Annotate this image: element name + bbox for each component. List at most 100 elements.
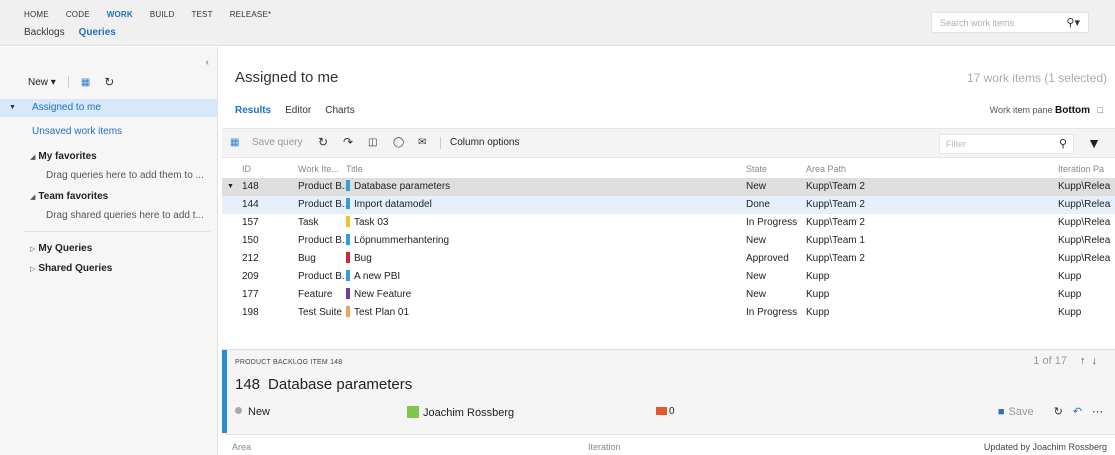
tab-queries[interactable]: Queries <box>79 27 116 38</box>
search-icon[interactable]: ⚲▾ <box>1066 16 1080 29</box>
title-text[interactable]: Bug <box>354 253 372 264</box>
title-text[interactable]: Test Plan 01 <box>354 307 409 318</box>
comment-icon <box>656 407 667 415</box>
new-query-button[interactable]: New ▾ <box>28 77 56 88</box>
work-item-type-color-bar <box>222 350 227 433</box>
hub-build[interactable]: BUILD <box>150 10 175 19</box>
context-caret-icon[interactable]: ▼ <box>9 99 16 117</box>
tab-results[interactable]: Results <box>235 105 271 116</box>
hub-test[interactable]: TEST <box>191 10 212 19</box>
table-row[interactable]: 144 Product B... Import datamodel Done Kupp\… <box>222 196 1115 214</box>
hub-home[interactable]: HOME <box>24 10 49 19</box>
assignee-name: Joachim Rossberg <box>423 407 515 419</box>
group-my-queries[interactable]: ▷ My Queries <box>30 243 92 254</box>
cell-iteration-path: Kupp\Relea <box>1058 217 1111 228</box>
table-row[interactable]: 212 Bug Bug Approved Kupp\Team 2 Kupp\Relea <box>222 250 1115 268</box>
cell-title: Bug <box>346 250 726 268</box>
title-text[interactable]: A new PBI <box>354 271 400 282</box>
new-query-icon[interactable]: ▦ <box>81 77 90 88</box>
search-input[interactable] <box>932 13 1050 32</box>
grid-header-row: ID Work Ite... Title State Area Path Ite… <box>222 160 1115 178</box>
tab-editor[interactable]: Editor <box>285 105 311 116</box>
query-unsaved-work-items[interactable]: Unsaved work items <box>0 123 218 141</box>
collapse-pane-icon[interactable]: ‹ <box>206 57 209 68</box>
hub-work[interactable]: WORK <box>107 10 133 19</box>
email-icon[interactable]: ✉ <box>418 137 426 148</box>
column-options-button[interactable]: Column options <box>450 137 519 148</box>
new-query-icon[interactable]: ▦ <box>230 137 239 148</box>
hub-release[interactable]: RELEASE* <box>230 10 272 19</box>
work-item-pane: PRODUCT BACKLOG ITEM 148 1 of 17 ↑↓ 148 D… <box>222 349 1115 455</box>
table-row[interactable]: 157 Task Task 03 In Progress Kupp\Team 2 Kupp… <box>222 214 1115 232</box>
work-item-id: 148 <box>235 376 261 393</box>
search-icon[interactable]: ⚲ <box>1059 137 1067 150</box>
comments-value: 0 <box>669 406 675 417</box>
save-button[interactable]: ■ Save <box>998 406 1034 418</box>
save-query-button[interactable]: Save query <box>252 137 303 148</box>
table-row[interactable]: 150 Product B... Löpnummerhantering New Kupp… <box>222 232 1115 250</box>
cell-id: 144 <box>242 199 259 210</box>
state-dot-icon <box>235 407 242 414</box>
collapsed-triangle-icon: ▷ <box>30 246 36 253</box>
assigned-to[interactable]: Joachim Rossberg <box>407 406 514 419</box>
next-item-icon[interactable]: ↓ <box>1092 355 1104 367</box>
query-label: Unsaved work items <box>32 126 123 137</box>
link-items-icon[interactable]: ◯ <box>393 137 404 148</box>
refresh-icon[interactable]: ↻ <box>104 75 114 89</box>
tab-charts[interactable]: Charts <box>325 105 354 116</box>
table-row[interactable]: 209 Product B... A new PBI New Kupp Kupp <box>222 268 1115 286</box>
title-text[interactable]: Database parameters <box>354 181 450 192</box>
work-item-state[interactable]: New <box>235 406 270 418</box>
cell-iteration-path: Kupp\Relea <box>1058 181 1111 192</box>
title-text[interactable]: Löpnummerhantering <box>354 235 449 246</box>
filter-input[interactable] <box>940 135 1050 153</box>
results-toolbar: ▦ Save query ↻ ↷ ◫ ◯ ✉ Column options ⚲ … <box>222 128 1115 158</box>
work-item-pane-toggle[interactable]: Work item pane Bottom □ <box>990 105 1103 116</box>
refresh-icon[interactable]: ↻ <box>1054 405 1063 418</box>
more-actions-icon[interactable]: ⋯ <box>1092 405 1103 418</box>
save-label: Save <box>1008 405 1034 418</box>
cell-id: 198 <box>242 307 259 318</box>
cell-title: A new PBI <box>346 268 726 286</box>
pager-arrows: ↑↓ <box>1080 355 1103 367</box>
previous-item-icon[interactable]: ↑ <box>1080 355 1092 367</box>
refresh-icon[interactable]: ↻ <box>318 135 328 149</box>
title-text[interactable]: New Feature <box>354 289 411 300</box>
column-header-title[interactable]: Title <box>346 160 726 178</box>
avatar <box>407 406 419 418</box>
hub-tabs: HOME CODE WORK BUILD TEST RELEASE* <box>24 10 288 19</box>
table-row[interactable]: 198 Test Suite Test Plan 01 In Progress Kupp… <box>222 304 1115 322</box>
work-item-title[interactable]: Database parameters <box>268 376 412 393</box>
query-assigned-to-me[interactable]: ▼ Assigned to me <box>0 99 218 117</box>
table-row[interactable]: 177 Feature New Feature New Kupp Kupp <box>222 286 1115 304</box>
tab-backlogs[interactable]: Backlogs <box>24 27 65 38</box>
redo-icon[interactable]: ↷ <box>343 135 353 149</box>
group-shared-queries[interactable]: ▷ Shared Queries <box>30 263 112 274</box>
column-header-iteration-path[interactable]: Iteration Pa <box>1058 160 1115 178</box>
title-text[interactable]: Task 03 <box>354 217 388 228</box>
group-my-favorites[interactable]: ◢ My favorites <box>30 151 97 162</box>
context-caret-icon[interactable]: ▼ <box>227 178 234 196</box>
title-text[interactable]: Import datamodel <box>354 199 432 210</box>
cell-area-path: Kupp <box>806 289 830 300</box>
table-row[interactable]: ▼ 148 Product B... Database parameters New Ku… <box>222 178 1115 196</box>
group-team-favorites[interactable]: ◢ Team favorites <box>30 191 108 202</box>
hub-code[interactable]: CODE <box>66 10 90 19</box>
filter-funnel-icon[interactable]: ▼ <box>1087 135 1101 151</box>
work-item-type-color-marker <box>346 306 350 317</box>
open-in-excel-icon[interactable]: ◫ <box>368 137 377 148</box>
cell-title: Löpnummerhantering <box>346 232 726 250</box>
undo-icon[interactable]: ↶ <box>1073 405 1082 418</box>
pane-value[interactable]: Bottom <box>1055 105 1090 116</box>
column-header-area-path[interactable]: Area Path <box>806 160 1006 178</box>
save-icon: ■ <box>997 405 1005 418</box>
updated-by: Updated by Joachim Rossberg <box>983 442 1107 452</box>
work-item-type-color-marker <box>346 288 350 299</box>
cell-area-path: Kupp\Team 2 <box>806 181 865 192</box>
cell-id: 150 <box>242 235 259 246</box>
maximize-icon[interactable]: □ <box>1098 105 1103 115</box>
cell-iteration-path: Kupp\Relea <box>1058 253 1111 264</box>
comments-count[interactable]: 0 <box>656 406 675 417</box>
column-header-id[interactable]: ID <box>242 160 292 178</box>
top-navigation: HOME CODE WORK BUILD TEST RELEASE* Backl… <box>0 0 1115 46</box>
